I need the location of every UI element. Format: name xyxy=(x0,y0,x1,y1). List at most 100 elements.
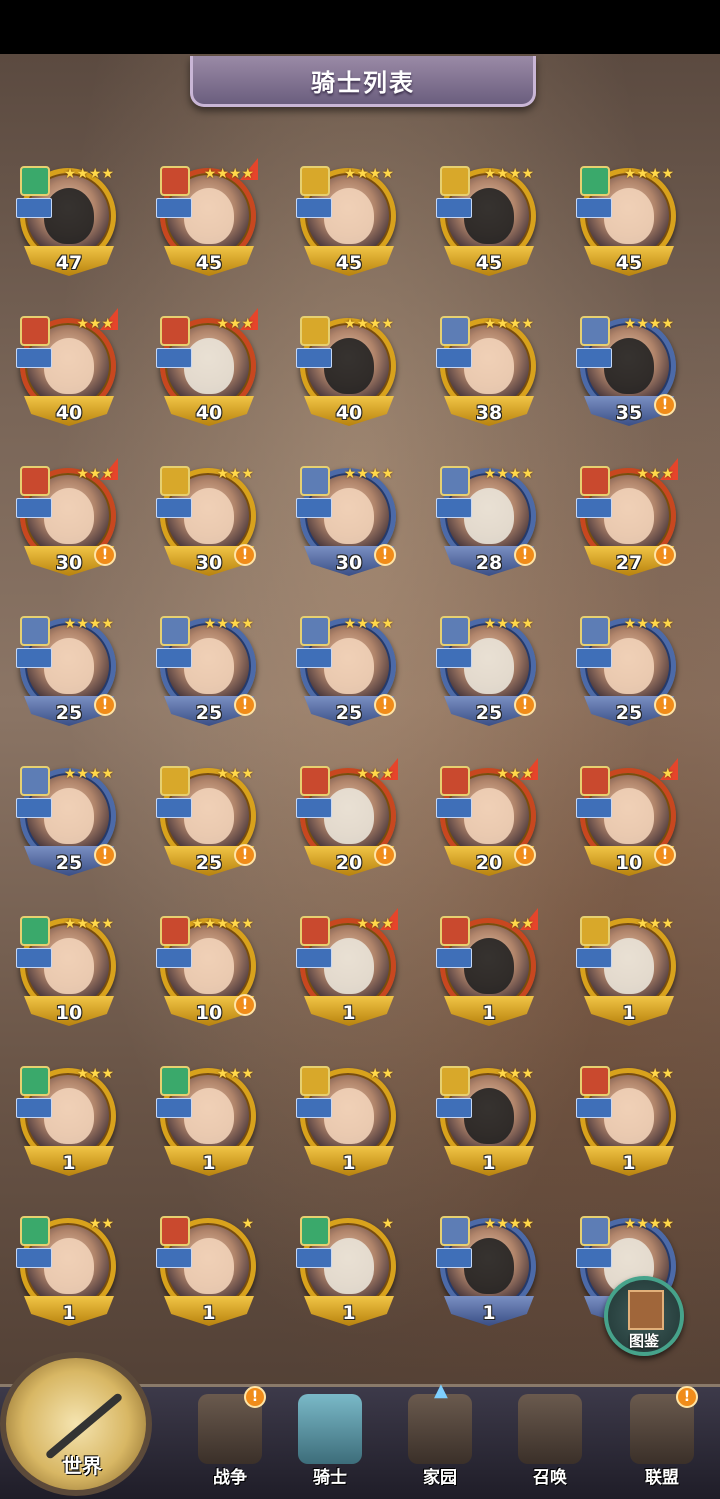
alert-badge: ! xyxy=(94,694,116,716)
knight-card[interactable]: ★★★ 1 xyxy=(560,910,680,1040)
star-rating: ★★★★★ xyxy=(191,916,254,932)
star-rating: ★★★★ xyxy=(343,616,394,632)
type-icon xyxy=(156,198,192,218)
star-rating: ★★ xyxy=(508,916,534,932)
knight-card[interactable]: ★★★★ 45 xyxy=(140,158,260,290)
class-icon xyxy=(20,166,50,196)
knight-card[interactable]: ★★★★ 25! xyxy=(0,760,120,890)
star-rating: ★★★ xyxy=(496,1066,534,1082)
knight-card[interactable]: ★★★ 40 xyxy=(140,308,260,440)
class-icon xyxy=(580,616,610,646)
star-rating: ★★★ xyxy=(496,766,534,782)
knight-card[interactable]: ★★★ 30! xyxy=(0,458,120,590)
star-rating: ★ xyxy=(661,766,674,782)
type-icon xyxy=(436,1248,472,1268)
nav-summon[interactable]: 召唤 xyxy=(500,1392,600,1496)
knight-card[interactable]: ★ 1 xyxy=(140,1210,260,1340)
knight-level: 45 xyxy=(615,252,643,274)
knight-card[interactable]: ★★★★ 40 xyxy=(280,310,400,440)
star-rating: ★★★★ xyxy=(623,616,674,632)
knight-card[interactable]: ★★ 1 xyxy=(560,1060,680,1190)
type-icon xyxy=(296,498,332,518)
knight-level: 1 xyxy=(482,1002,496,1024)
nav-war[interactable]: ! 战争 xyxy=(180,1386,280,1496)
knight-card[interactable]: ★★ 1 xyxy=(280,1060,400,1190)
arrow-up-icon: ▲ xyxy=(434,1380,448,1401)
class-icon xyxy=(440,1216,470,1246)
knight-card[interactable]: ★★★★ 10 xyxy=(0,910,120,1040)
knight-level: 40 xyxy=(55,402,83,424)
knight-level: 1 xyxy=(62,1152,76,1174)
knight-card[interactable]: ★★★★★ 10! xyxy=(140,910,260,1040)
type-icon xyxy=(16,948,52,968)
knight-card[interactable]: ★★★ 27! xyxy=(560,458,680,590)
knight-card[interactable]: ★★★★ 1 xyxy=(420,1210,540,1340)
knight-card[interactable]: ★★★★ 25! xyxy=(140,610,260,740)
knight-card[interactable]: ★★★ 1 xyxy=(420,1060,540,1190)
alert-badge: ! xyxy=(514,544,536,566)
nav-knights[interactable]: 骑士 xyxy=(280,1392,380,1496)
star-rating: ★★★★ xyxy=(483,616,534,632)
knight-card[interactable]: ★★★ 30! xyxy=(140,460,260,590)
knight-card[interactable]: ★★ 1 xyxy=(0,1210,120,1340)
knight-card[interactable]: ★★★★ 25! xyxy=(0,610,120,740)
knight-level: 1 xyxy=(342,1002,356,1024)
class-icon xyxy=(20,616,50,646)
type-icon xyxy=(156,1248,192,1268)
nav-label: 战争 xyxy=(213,1468,247,1488)
class-icon xyxy=(300,1066,330,1096)
alert-badge: ! xyxy=(234,544,256,566)
knight-card[interactable]: ★★★★ 35! xyxy=(560,310,680,440)
knight-card[interactable]: ★★★★ 28! xyxy=(420,460,540,590)
knight-card[interactable]: ★★★★ 45 xyxy=(560,160,680,290)
knight-card[interactable]: ★★★ 20! xyxy=(280,758,400,890)
knight-card[interactable]: ★★★ 40 xyxy=(0,308,120,440)
knight-card[interactable]: ★★★★ 45 xyxy=(420,160,540,290)
knight-card[interactable]: ★★ 1 xyxy=(420,908,540,1040)
knight-card[interactable]: ★★★★ 25! xyxy=(420,610,540,740)
type-icon xyxy=(156,948,192,968)
type-icon xyxy=(436,798,472,818)
star-rating: ★★★★ xyxy=(203,166,254,182)
knight-card[interactable]: ★★★ 25! xyxy=(140,760,260,890)
knight-card[interactable]: ★★★★ 25! xyxy=(280,610,400,740)
knight-card[interactable]: ★ 10! xyxy=(560,758,680,890)
class-icon xyxy=(160,466,190,496)
star-rating: ★★★★ xyxy=(63,766,114,782)
class-icon xyxy=(20,316,50,346)
album-button[interactable]: 图鉴 xyxy=(604,1276,684,1356)
knight-level: 1 xyxy=(62,1302,76,1324)
knight-card[interactable]: ★ 1 xyxy=(280,1210,400,1340)
knight-card[interactable]: ★★★ 1 xyxy=(280,908,400,1040)
class-icon xyxy=(580,166,610,196)
knight-card[interactable]: ★★★★ 45 xyxy=(280,160,400,290)
type-icon xyxy=(16,1098,52,1118)
star-rating: ★★★★ xyxy=(343,166,394,182)
knight-card[interactable]: ★★★★ 25! xyxy=(560,610,680,740)
class-icon xyxy=(20,766,50,796)
alert-badge: ! xyxy=(244,1386,266,1408)
knight-card[interactable]: ★★★★ 38 xyxy=(420,310,540,440)
type-icon xyxy=(576,198,612,218)
type-icon xyxy=(296,348,332,368)
album-label: 图鉴 xyxy=(628,1332,659,1350)
knight-card[interactable]: ★★★ 20! xyxy=(420,758,540,890)
class-icon xyxy=(580,1216,610,1246)
type-icon xyxy=(296,798,332,818)
star-rating: ★★★★ xyxy=(203,616,254,632)
nav-home[interactable]: ▲ 家园 xyxy=(390,1380,490,1496)
alert-badge: ! xyxy=(654,694,676,716)
class-icon xyxy=(580,916,610,946)
knight-card[interactable]: ★★★★ 30! xyxy=(280,460,400,590)
alert-badge: ! xyxy=(234,694,256,716)
class-icon xyxy=(160,316,190,346)
class-icon xyxy=(440,166,470,196)
class-icon xyxy=(20,916,50,946)
nav-alliance[interactable]: ! 联盟 xyxy=(612,1386,712,1496)
knight-card[interactable]: ★★★ 1 xyxy=(0,1060,120,1190)
knight-level: 1 xyxy=(342,1152,356,1174)
knight-card[interactable]: ★★★★ 47 xyxy=(0,160,120,290)
class-icon xyxy=(20,1066,50,1096)
knight-card[interactable]: ★★★ 1 xyxy=(140,1060,260,1190)
world-compass-button[interactable]: 世界 xyxy=(0,1352,152,1496)
